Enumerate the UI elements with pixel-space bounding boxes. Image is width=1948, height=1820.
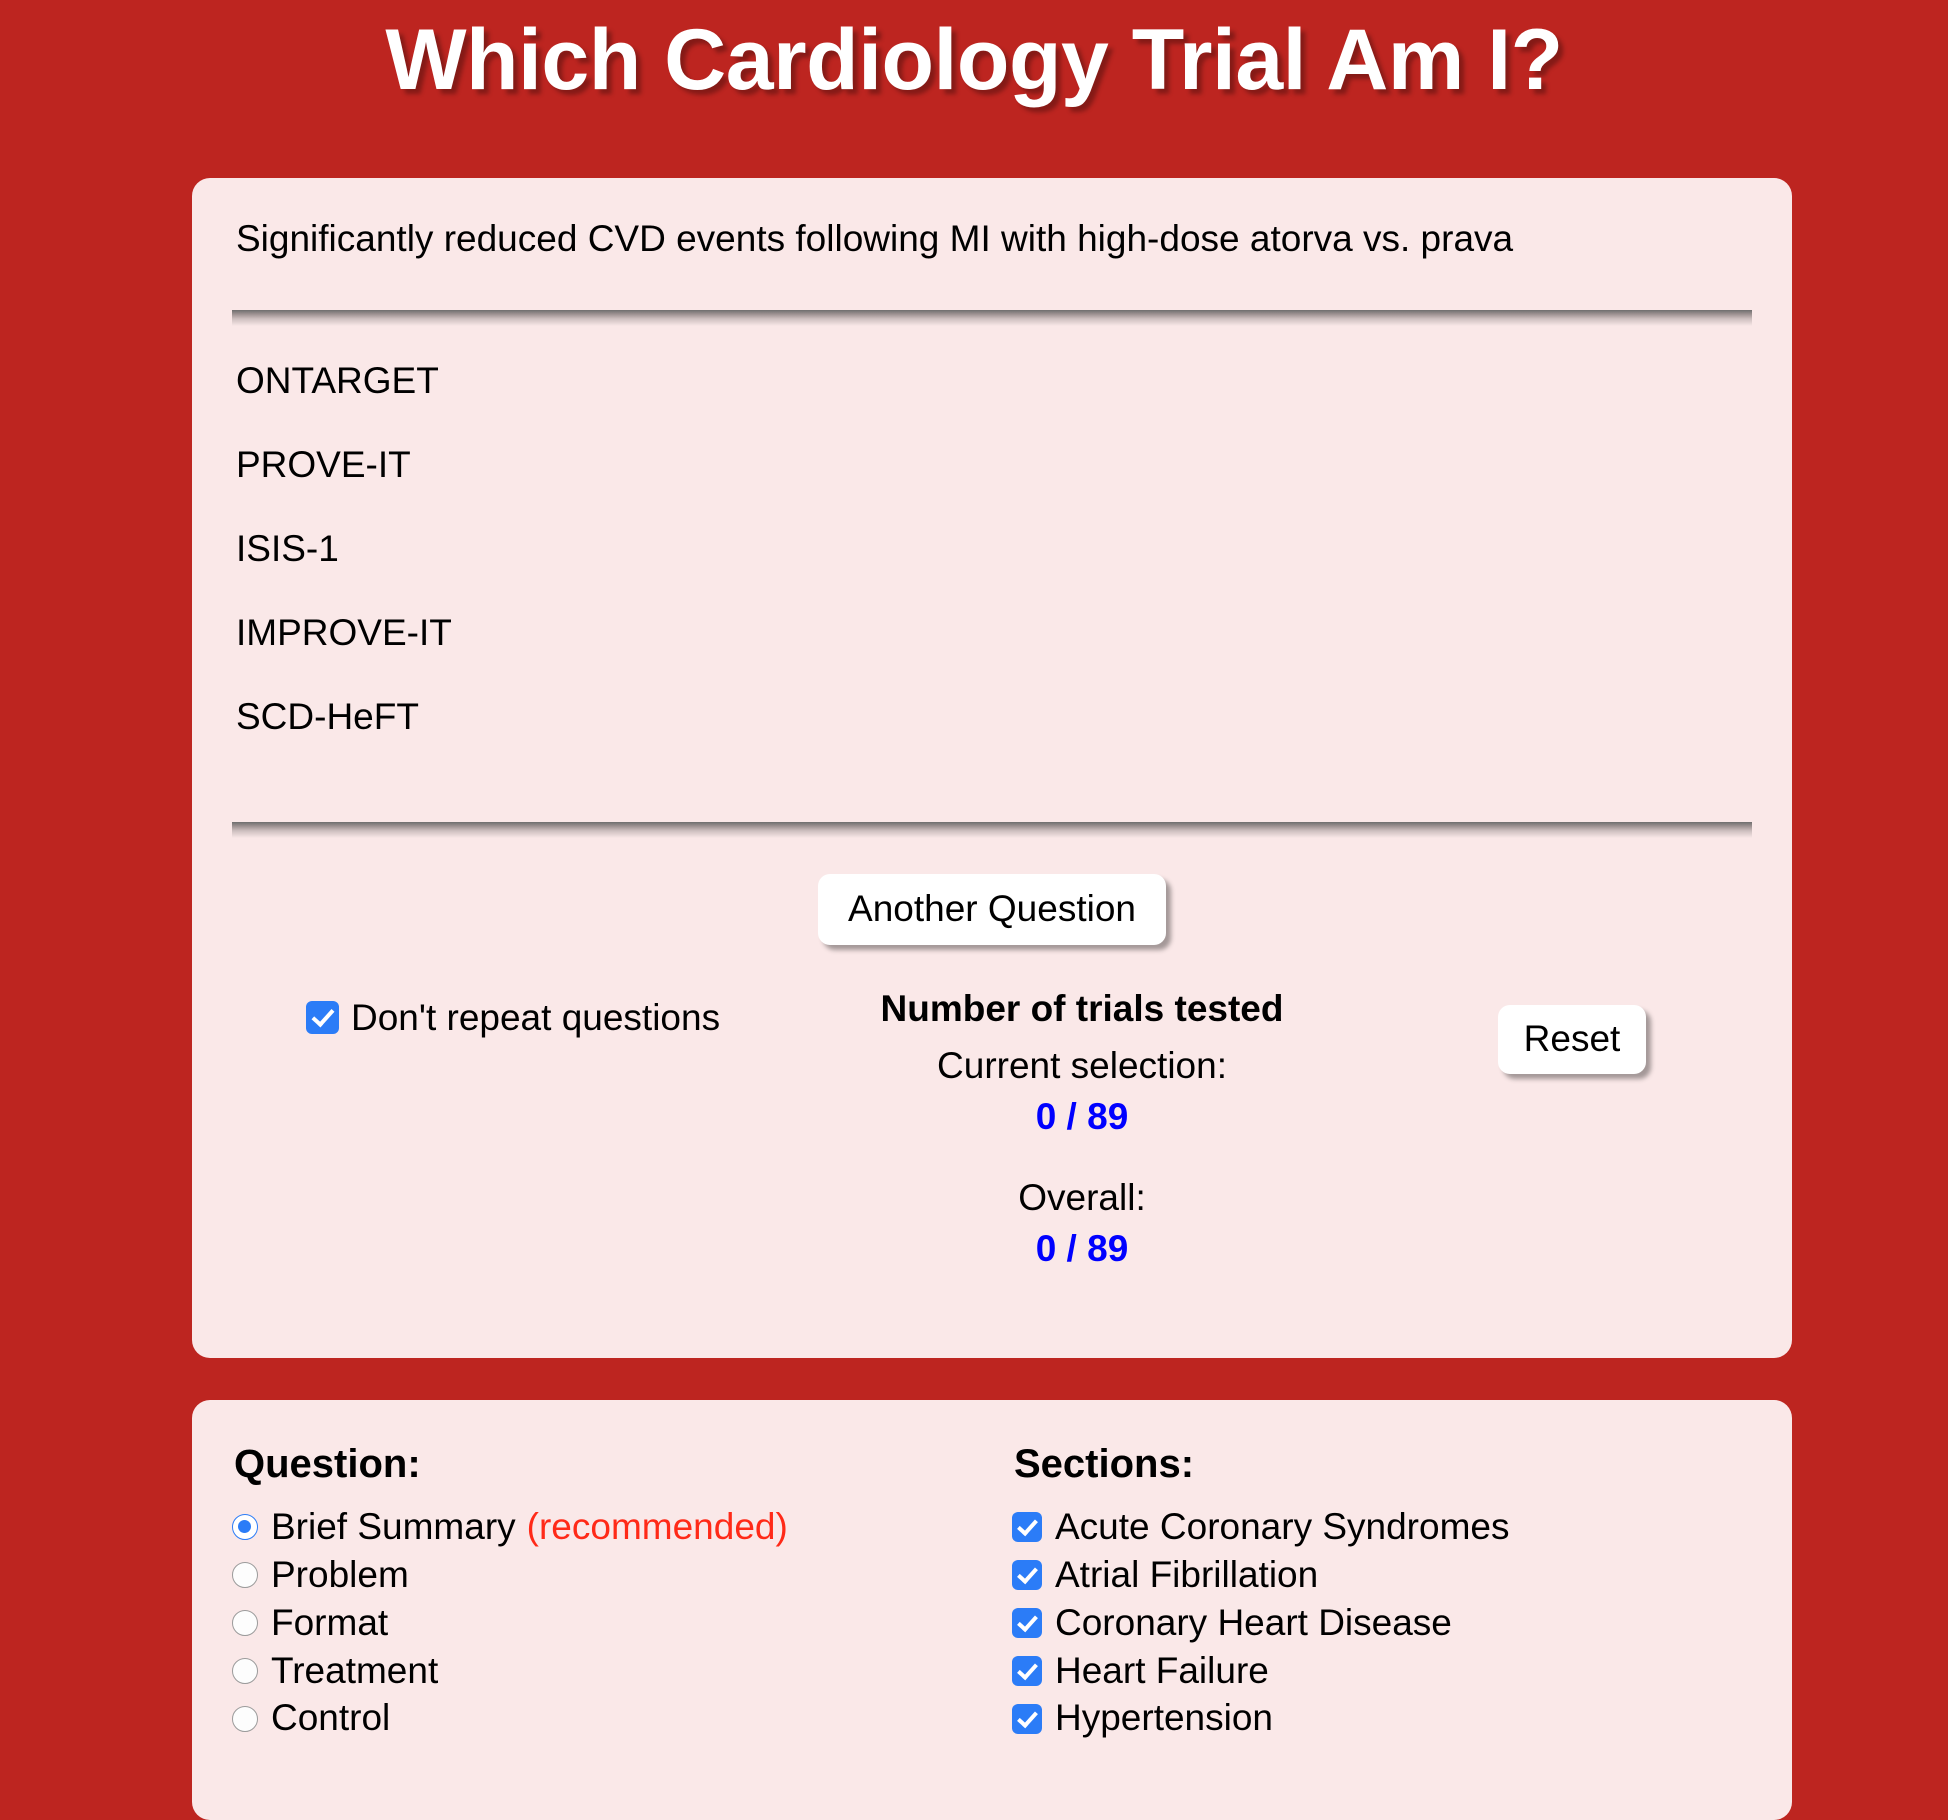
question-prompt: Significantly reduced CVD events followi…: [236, 218, 1514, 259]
question-radio-treatment[interactable]: Treatment: [232, 1649, 972, 1691]
current-selection-value: 0 / 89: [1035, 1095, 1129, 1137]
question-option-label: Control: [271, 1697, 391, 1739]
answer-option[interactable]: ISIS-1: [232, 530, 1752, 567]
radio-selected-icon[interactable]: [232, 1514, 258, 1541]
divider-bottom: [232, 822, 1752, 839]
checkbox-checked-icon[interactable]: [1012, 1608, 1042, 1639]
current-selection-label: Current selection:: [937, 1044, 1227, 1086]
sections-settings-column: Sections: Acute Coronary Syndromes Atria…: [972, 1444, 1752, 1747]
dont-repeat-label: Don't repeat questions: [351, 996, 721, 1038]
section-option-label: Acute Coronary Syndromes: [1055, 1506, 1510, 1547]
radio-unselected-icon[interactable]: [232, 1657, 258, 1684]
settings-grid: Question: Brief Summary (recommended) Pr…: [232, 1444, 1752, 1747]
overall-label: Overall:: [1018, 1176, 1146, 1218]
radio-unselected-icon[interactable]: [232, 1705, 258, 1732]
answer-options-list: ONTARGET PROVE-IT ISIS-1 IMPROVE-IT SCD-…: [232, 326, 1752, 792]
sections-settings-heading: Sections:: [1014, 1442, 1195, 1486]
another-question-row: Another Question: [232, 838, 1752, 945]
section-checkbox-acute-coronary-syndromes[interactable]: Acute Coronary Syndromes: [1012, 1506, 1752, 1547]
section-checkbox-hypertension[interactable]: Hypertension: [1012, 1699, 1752, 1738]
stats-spacer: [792, 1141, 1372, 1163]
question-option-label: Brief Summary: [271, 1506, 516, 1547]
answer-option[interactable]: PROVE-IT: [232, 446, 1752, 483]
section-option-label: Hypertension: [1055, 1697, 1274, 1739]
checkbox-checked-icon[interactable]: [1012, 1560, 1042, 1591]
checkbox-checked-icon[interactable]: [1012, 1703, 1042, 1734]
question-settings-heading: Question:: [234, 1442, 421, 1486]
question-radio-brief-summary[interactable]: Brief Summary (recommended): [232, 1506, 972, 1547]
quiz-card: Significantly reduced CVD events followi…: [192, 178, 1792, 1358]
radio-unselected-icon[interactable]: [232, 1562, 258, 1589]
question-radio-format[interactable]: Format: [232, 1601, 972, 1643]
question-radio-group: Brief Summary (recommended) Problem Form…: [232, 1506, 972, 1738]
question-option-label: Format: [271, 1601, 389, 1643]
dont-repeat-container: Don't repeat questions: [232, 987, 792, 1039]
answer-option[interactable]: SCD-HeFT: [232, 698, 1752, 735]
divider-top: [232, 310, 1752, 327]
section-option-label: Heart Failure: [1055, 1649, 1269, 1691]
question-option-note: (recommended): [526, 1506, 788, 1547]
question-radio-control[interactable]: Control: [232, 1699, 972, 1738]
stats-title: Number of trials tested: [880, 987, 1284, 1029]
another-question-button[interactable]: Another Question: [818, 874, 1166, 945]
question-settings-column: Question: Brief Summary (recommended) Pr…: [232, 1444, 972, 1747]
question-radio-problem[interactable]: Problem: [232, 1553, 972, 1595]
dont-repeat-checkbox[interactable]: Don't repeat questions: [306, 997, 720, 1039]
stats-container: Number of trials tested Current selectio…: [792, 987, 1392, 1273]
section-option-label: Atrial Fibrillation: [1055, 1553, 1319, 1595]
checkbox-checked-icon[interactable]: [1012, 1512, 1042, 1543]
sections-checkbox-group: Acute Coronary Syndromes Atrial Fibrilla…: [1012, 1506, 1752, 1738]
checkbox-checked-icon[interactable]: [1012, 1655, 1042, 1686]
section-checkbox-heart-failure[interactable]: Heart Failure: [1012, 1649, 1752, 1691]
quiz-controls-row: Don't repeat questions Number of trials …: [232, 945, 1752, 1273]
section-checkbox-atrial-fibrillation[interactable]: Atrial Fibrillation: [1012, 1553, 1752, 1595]
reset-container: Reset: [1392, 987, 1752, 1074]
section-option-label: Coronary Heart Disease: [1055, 1601, 1452, 1643]
overall-value: 0 / 89: [1035, 1227, 1129, 1269]
section-checkbox-coronary-heart-disease[interactable]: Coronary Heart Disease: [1012, 1601, 1752, 1643]
answer-option[interactable]: IMPROVE-IT: [232, 614, 1752, 651]
reset-button[interactable]: Reset: [1497, 1004, 1647, 1074]
checkbox-checked-icon[interactable]: [306, 1001, 339, 1035]
radio-unselected-icon[interactable]: [232, 1610, 258, 1637]
settings-card: Question: Brief Summary (recommended) Pr…: [192, 1400, 1792, 1820]
answer-option[interactable]: ONTARGET: [232, 362, 1752, 399]
question-option-label: Problem: [271, 1553, 409, 1595]
page-title: Which Cardiology Trial Am I?: [385, 12, 1563, 108]
question-option-label: Treatment: [271, 1649, 439, 1691]
